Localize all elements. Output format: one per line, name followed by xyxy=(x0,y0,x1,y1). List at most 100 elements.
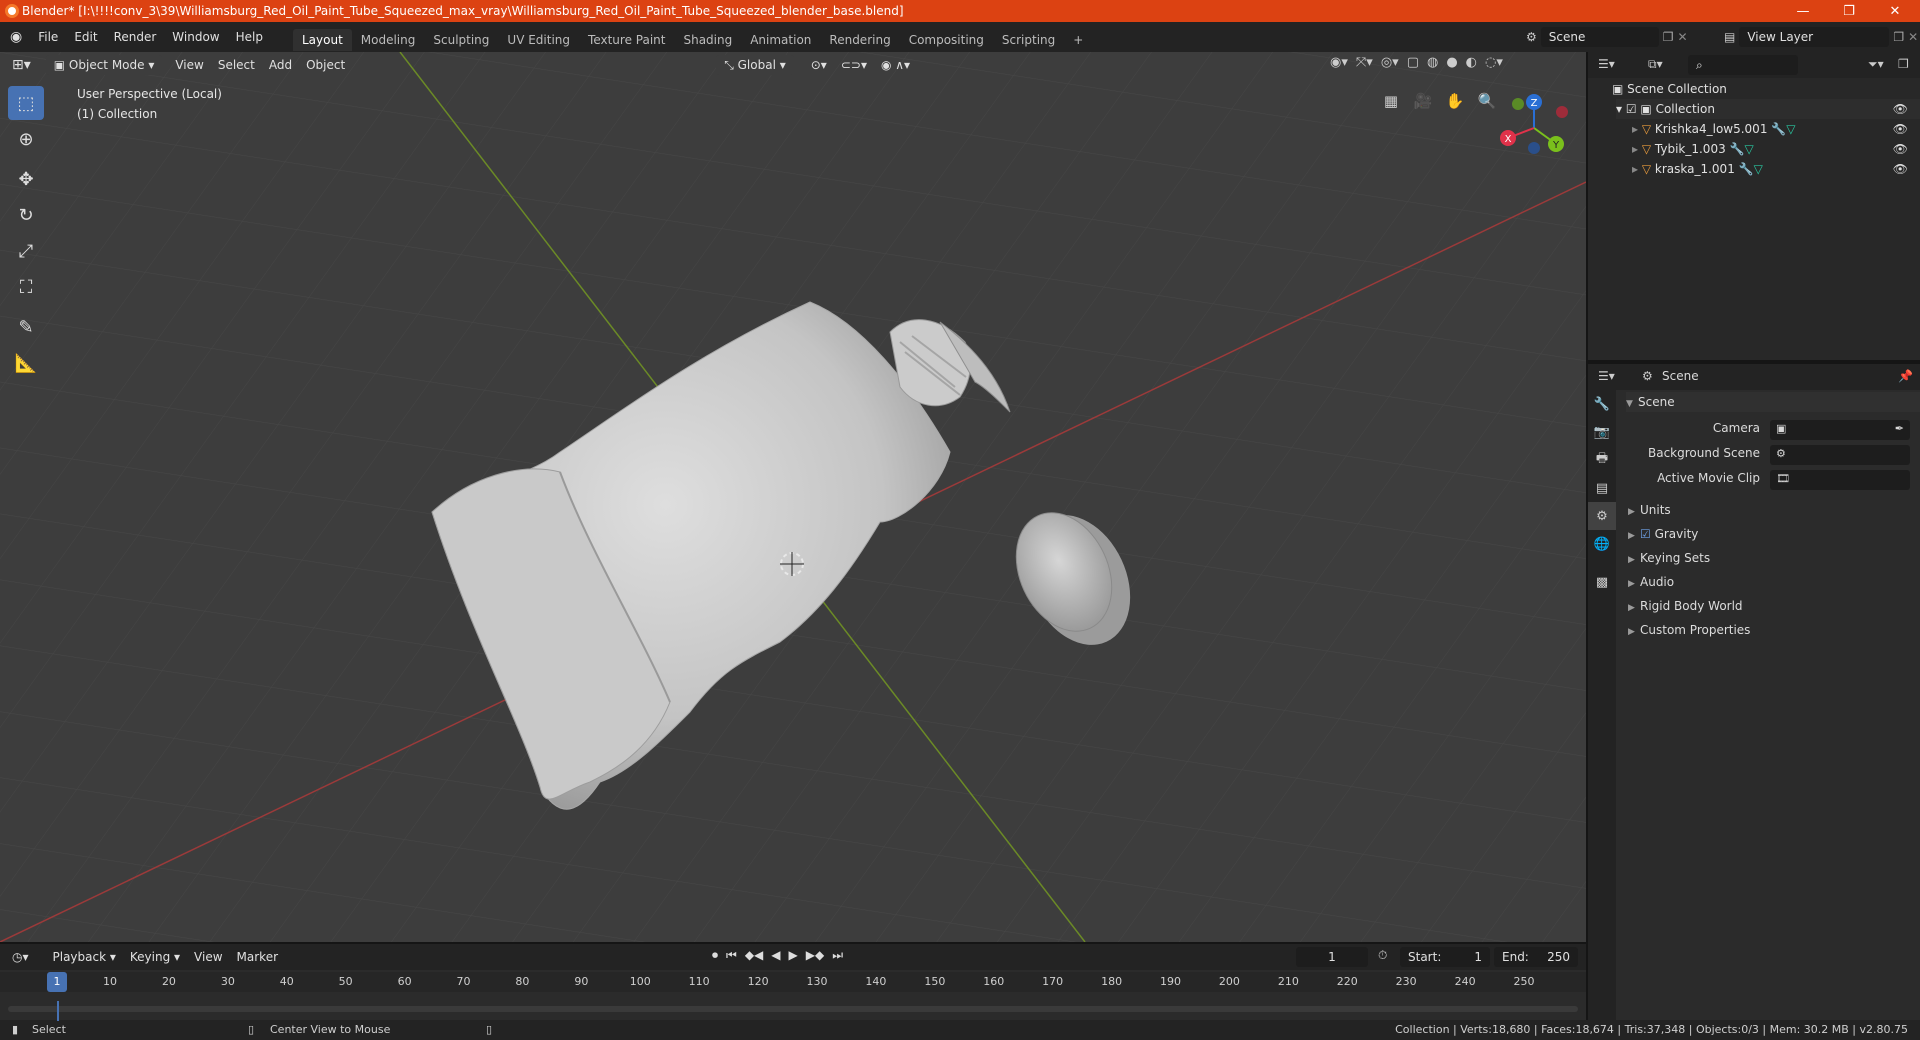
vertical-splitter[interactable] xyxy=(1586,52,1588,1020)
annotate-tool-icon[interactable]: ✎ xyxy=(8,310,44,344)
audio-panel[interactable]: ▶ Audio xyxy=(1628,572,1674,592)
play-reverse-icon[interactable]: ◀ xyxy=(771,948,780,963)
new-scene-icon[interactable]: ❐ xyxy=(1663,30,1674,44)
gizmo-neg-y-axis[interactable] xyxy=(1512,98,1524,110)
tab-scripting[interactable]: Scripting xyxy=(993,29,1064,51)
remove-scene-icon[interactable]: ✕ xyxy=(1678,30,1688,44)
measure-tool-icon[interactable]: 📐 xyxy=(8,346,44,380)
tab-layout[interactable]: Layout xyxy=(292,29,352,51)
expand-icon[interactable]: ▸ xyxy=(1632,142,1642,156)
maximize-button[interactable]: ❐ xyxy=(1826,0,1872,22)
outliner-search-input[interactable]: ⌕ xyxy=(1688,55,1798,75)
expand-icon[interactable]: ▸ xyxy=(1632,122,1642,136)
menu-keying[interactable]: Keying ▾ xyxy=(123,950,187,964)
tab-shading[interactable]: Shading xyxy=(674,29,741,51)
menu-window[interactable]: Window xyxy=(164,22,227,52)
scene-tab-icon[interactable]: ⚙ xyxy=(1588,502,1616,530)
eyedropper-icon[interactable]: ✒ xyxy=(1895,422,1904,435)
outliner[interactable]: ☰▾ ⧉▾ ⌕ ⏷▾ ❐ ▣ Scene Collection ▾ ☑ ▣ Co… xyxy=(1588,52,1920,360)
minimize-button[interactable]: — xyxy=(1780,0,1826,22)
viewport-scene[interactable] xyxy=(0,52,1586,942)
filter-icon[interactable]: ⏷▾ xyxy=(1868,57,1884,72)
camera-view-icon[interactable]: 🎥 xyxy=(1410,88,1436,114)
eye-icon[interactable]: 👁 xyxy=(1893,119,1908,139)
cursor-tool-icon[interactable]: ⊕ xyxy=(8,122,44,156)
camera-field[interactable]: ▣ ✒ xyxy=(1770,420,1910,440)
tab-animation[interactable]: Animation xyxy=(741,29,820,51)
transform-tool-icon[interactable]: ⛶ xyxy=(8,270,44,304)
timeline-editor-icon[interactable]: ◷▾ xyxy=(0,950,36,964)
navigation-gizmo[interactable]: Z Y X xyxy=(1494,88,1574,168)
proportional-edit-icon[interactable]: ◉ ∧▾ xyxy=(874,58,917,72)
solid-shading-icon[interactable]: ● xyxy=(1446,55,1457,70)
remove-view-layer-icon[interactable]: ✕ xyxy=(1908,30,1918,44)
keying-sets-panel[interactable]: ▶ Keying Sets xyxy=(1628,548,1710,568)
orientation-selector[interactable]: ⤡ Global ▾ xyxy=(716,55,794,75)
grid-view-icon[interactable]: ▦ xyxy=(1378,88,1404,114)
view-layer-selector[interactable]: View Layer xyxy=(1739,27,1890,47)
tab-texture-paint[interactable]: Texture Paint xyxy=(579,29,674,51)
menu-select[interactable]: Select xyxy=(211,58,262,72)
menu-help[interactable]: Help xyxy=(228,22,271,52)
gravity-checkbox[interactable]: ☑ xyxy=(1640,527,1655,541)
gizmo-neg-x-axis[interactable] xyxy=(1556,106,1568,118)
eye-icon[interactable]: 👁 xyxy=(1893,159,1908,179)
scene-panel-header[interactable]: ▼ Scene xyxy=(1626,392,1920,412)
pan-hand-icon[interactable]: ✋ xyxy=(1442,88,1468,114)
object-item[interactable]: ▸ ▽ Krishka4_low5.001 🔧▽ 👁 xyxy=(1632,119,1920,139)
eye-icon[interactable]: 👁 xyxy=(1893,99,1908,119)
scale-tool-icon[interactable]: ⤢ xyxy=(8,234,44,268)
new-collection-icon[interactable]: ❐ xyxy=(1898,57,1909,71)
menu-render[interactable]: Render xyxy=(106,22,165,52)
visibility-icon[interactable]: ◉▾ xyxy=(1330,55,1348,70)
record-icon[interactable]: ⏺ xyxy=(712,948,718,963)
gravity-panel[interactable]: ▶ ☑ Gravity xyxy=(1628,524,1698,544)
checkbox-icon[interactable]: ☑ xyxy=(1626,102,1641,116)
stopwatch-icon[interactable]: ⏱ xyxy=(1378,948,1387,963)
properties-editor-icon[interactable]: ☰▾ xyxy=(1598,369,1615,383)
background-scene-field[interactable]: ⚙ xyxy=(1770,445,1910,465)
close-button[interactable]: ✕ xyxy=(1872,0,1918,22)
playhead[interactable] xyxy=(57,1001,59,1021)
start-frame-field[interactable]: Start: 1 xyxy=(1400,947,1490,967)
xray-toggle-icon[interactable]: ▢ xyxy=(1407,55,1419,70)
units-panel[interactable]: ▶ Units xyxy=(1628,500,1671,520)
select-box-tool-icon[interactable]: ⬚ xyxy=(8,86,44,120)
menu-playback[interactable]: Playback ▾ xyxy=(46,950,123,964)
current-frame-field[interactable]: 1 xyxy=(1296,947,1368,967)
timeline-scrollbar[interactable] xyxy=(8,1006,1578,1012)
rendered-shading-icon[interactable]: ◌▾ xyxy=(1485,55,1503,70)
tab-compositing[interactable]: Compositing xyxy=(900,29,993,51)
world-tab-icon[interactable]: 🌐 xyxy=(1588,530,1616,558)
wireframe-shading-icon[interactable]: ◍ xyxy=(1427,55,1438,70)
3d-viewport[interactable] xyxy=(0,52,1586,942)
tool-tab-icon[interactable]: 🔧 xyxy=(1588,390,1616,418)
eye-icon[interactable]: 👁 xyxy=(1893,139,1908,159)
add-workspace-button[interactable]: + xyxy=(1064,29,1092,51)
tab-sculpting[interactable]: Sculpting xyxy=(424,29,498,51)
prev-keyframe-icon[interactable]: ◆◀ xyxy=(745,948,763,963)
menu-view[interactable]: View xyxy=(168,58,210,72)
move-tool-icon[interactable]: ✥ xyxy=(8,162,44,196)
display-mode-icon[interactable]: ⧉▾ xyxy=(1648,57,1663,72)
tab-uv-editing[interactable]: UV Editing xyxy=(498,29,579,51)
outliner-properties-splitter[interactable] xyxy=(1588,360,1920,364)
timeline-ruler[interactable]: 1 10 20 30 40 50 60 70 80 90 100 110 120 130 140 150 160… xyxy=(0,972,1586,992)
menu-file[interactable]: File xyxy=(30,22,66,52)
editor-type-icon[interactable]: ⊞▾ xyxy=(0,57,38,73)
collection-item[interactable]: ▾ ☑ ▣ Collection 👁 xyxy=(1616,99,1920,119)
pin-icon[interactable]: 📌 xyxy=(1898,369,1913,383)
next-keyframe-icon[interactable]: ▶◆ xyxy=(806,948,824,963)
gizmo-toggle-icon[interactable]: ⤧▾ xyxy=(1356,55,1373,70)
blender-menu-icon[interactable]: ◉ xyxy=(0,22,30,52)
custom-properties-panel[interactable]: ▶ Custom Properties xyxy=(1628,620,1750,640)
gizmo-neg-z-axis[interactable] xyxy=(1528,142,1540,154)
mode-selector[interactable]: ▣ Object Mode ▾ xyxy=(45,55,163,75)
end-frame-field[interactable]: End: 250 xyxy=(1494,947,1578,967)
rigid-body-world-panel[interactable]: ▶ Rigid Body World xyxy=(1628,596,1743,616)
tab-modeling[interactable]: Modeling xyxy=(352,29,425,51)
object-item[interactable]: ▸ ▽ kraska_1.001 🔧▽ 👁 xyxy=(1632,159,1920,179)
viewport-timeline-splitter[interactable] xyxy=(0,942,1586,944)
jump-end-icon[interactable]: ⏭ xyxy=(832,948,843,963)
overlay-toggle-icon[interactable]: ◎▾ xyxy=(1381,55,1399,70)
